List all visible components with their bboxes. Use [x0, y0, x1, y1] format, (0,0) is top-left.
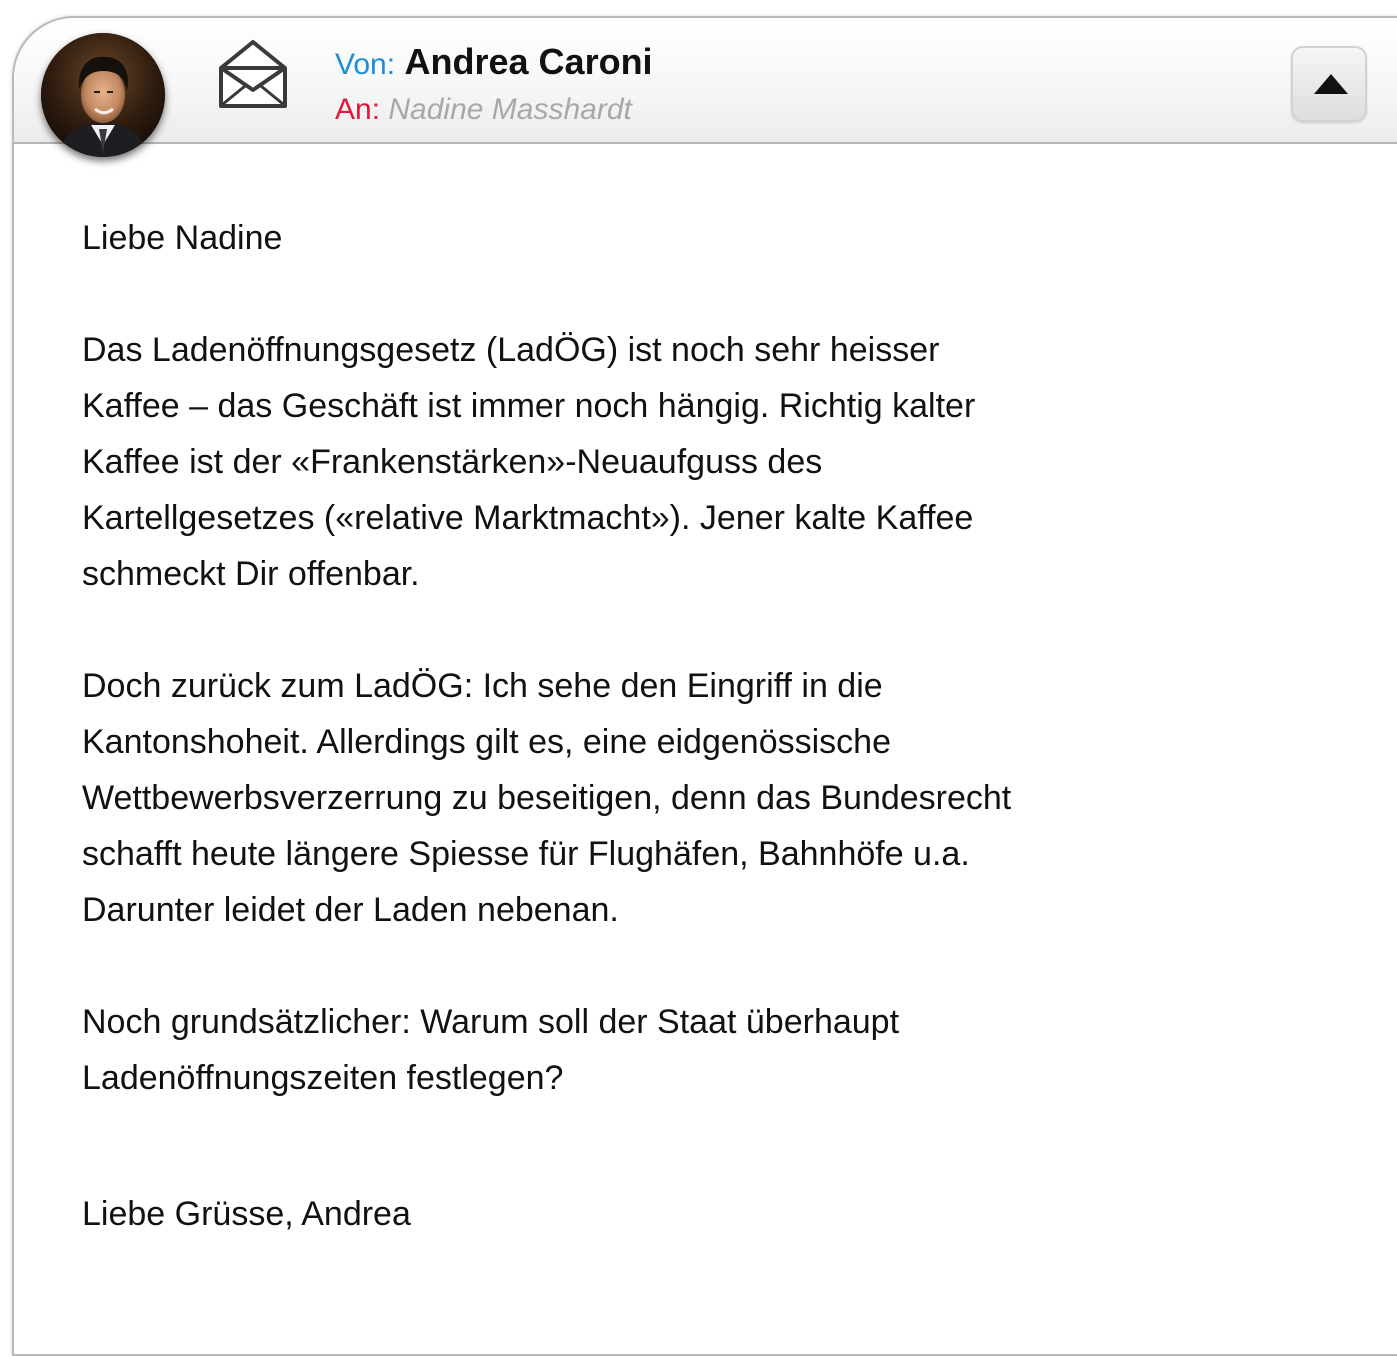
collapse-button[interactable] [1291, 46, 1367, 122]
message-paragraph-3: Noch grundsätzlicher: Warum soll der Sta… [82, 1003, 900, 1097]
sender-line: Von: Andrea Caroni [335, 42, 653, 85]
sender-avatar [41, 33, 165, 157]
recipient-name[interactable]: Nadine Masshardt [388, 93, 631, 126]
message-body: Liebe Nadine Das Ladenöffnungsgesetz (La… [82, 210, 1182, 1242]
message-closing: Liebe Grüsse, Andrea [82, 1195, 411, 1233]
from-label: Von: [335, 48, 396, 81]
triangle-up-icon [1314, 74, 1348, 94]
avatar-photo [41, 33, 165, 157]
to-label: An: [335, 93, 381, 126]
message-paragraph-1: Das Ladenöffnungsgesetz (LadÖG) ist noch… [82, 331, 976, 593]
message-greeting: Liebe Nadine [82, 219, 283, 257]
recipient-line: An: Nadine Masshardt [335, 91, 632, 129]
sender-name[interactable]: Andrea Caroni [405, 41, 653, 82]
open-envelope-icon [215, 36, 291, 112]
message-paragraph-2: Doch zurück zum LadÖG: Ich sehe den Eing… [82, 667, 1012, 929]
